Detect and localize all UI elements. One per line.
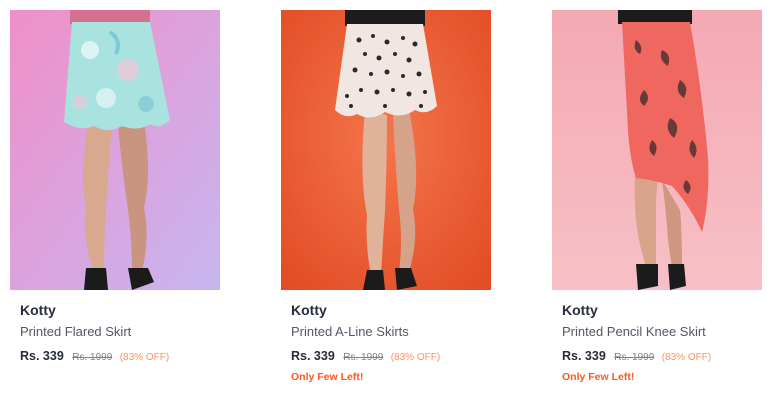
product-card[interactable]: Kotty Printed Pencil Knee Skirt Rs. 339 … <box>552 10 764 384</box>
product-mrp: Rs. 1999 <box>343 352 384 363</box>
product-mrp: Rs. 1999 <box>614 352 655 363</box>
price-row: Rs. 339 Rs. 1999 (83% OFF) <box>291 348 493 364</box>
product-name: Printed Pencil Knee Skirt <box>562 324 706 339</box>
price-row: Rs. 339 Rs. 1999 (83% OFF) <box>20 348 222 364</box>
product-brand: Kotty <box>562 302 598 318</box>
product-price: Rs. 339 <box>562 349 606 363</box>
price-row: Rs. 339 Rs. 1999 (83% OFF) <box>562 348 764 364</box>
product-image[interactable] <box>281 10 491 290</box>
stock-note: Only Few Left! <box>291 371 364 383</box>
product-brand: Kotty <box>291 302 327 318</box>
product-discount: (83% OFF) <box>119 352 170 363</box>
product-discount: (83% OFF) <box>661 352 712 363</box>
product-card[interactable]: Kotty Printed Flared Skirt Rs. 339 Rs. 1… <box>10 10 222 384</box>
skirt-photo-icon <box>281 10 491 290</box>
product-brand: Kotty <box>20 302 56 318</box>
skirt-photo-icon <box>552 10 762 290</box>
product-image[interactable] <box>552 10 762 290</box>
product-name: Printed Flared Skirt <box>20 324 132 339</box>
skirt-photo-icon <box>10 10 220 290</box>
product-image[interactable] <box>10 10 220 290</box>
product-price: Rs. 339 <box>20 349 64 363</box>
product-mrp: Rs. 1999 <box>72 352 113 363</box>
product-name: Printed A-Line Skirts <box>291 324 409 339</box>
product-discount: (83% OFF) <box>390 352 441 363</box>
product-price: Rs. 339 <box>291 349 335 363</box>
product-card[interactable]: Kotty Printed A-Line Skirts Rs. 339 Rs. … <box>281 10 493 384</box>
stock-note: Only Few Left! <box>562 371 635 383</box>
stock-note <box>20 370 222 384</box>
